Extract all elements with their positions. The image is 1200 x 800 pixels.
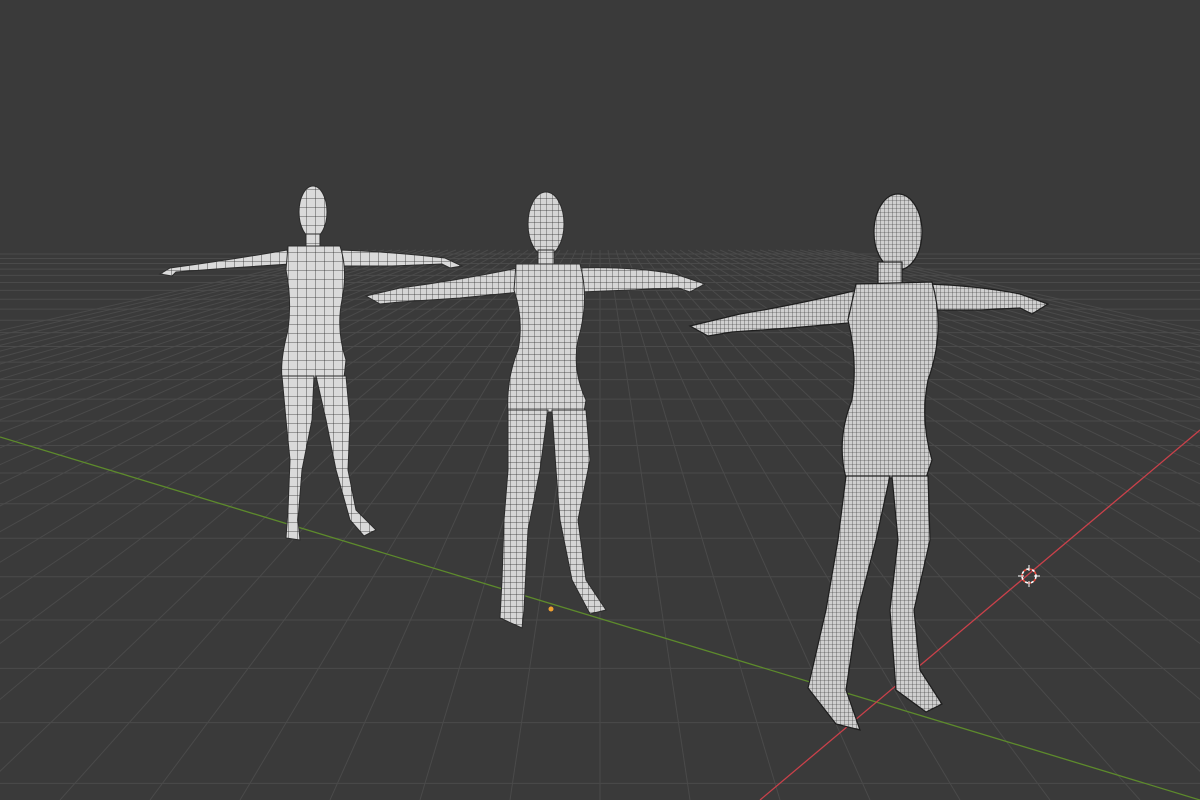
3d-cursor-icon[interactable] <box>1018 565 1040 587</box>
object-origin-icon <box>548 606 554 612</box>
low-density-figure[interactable] <box>158 185 464 541</box>
3d-viewport[interactable] <box>0 0 1200 800</box>
floor-grid <box>0 249 1200 800</box>
viewport-canvas[interactable] <box>0 0 1200 800</box>
